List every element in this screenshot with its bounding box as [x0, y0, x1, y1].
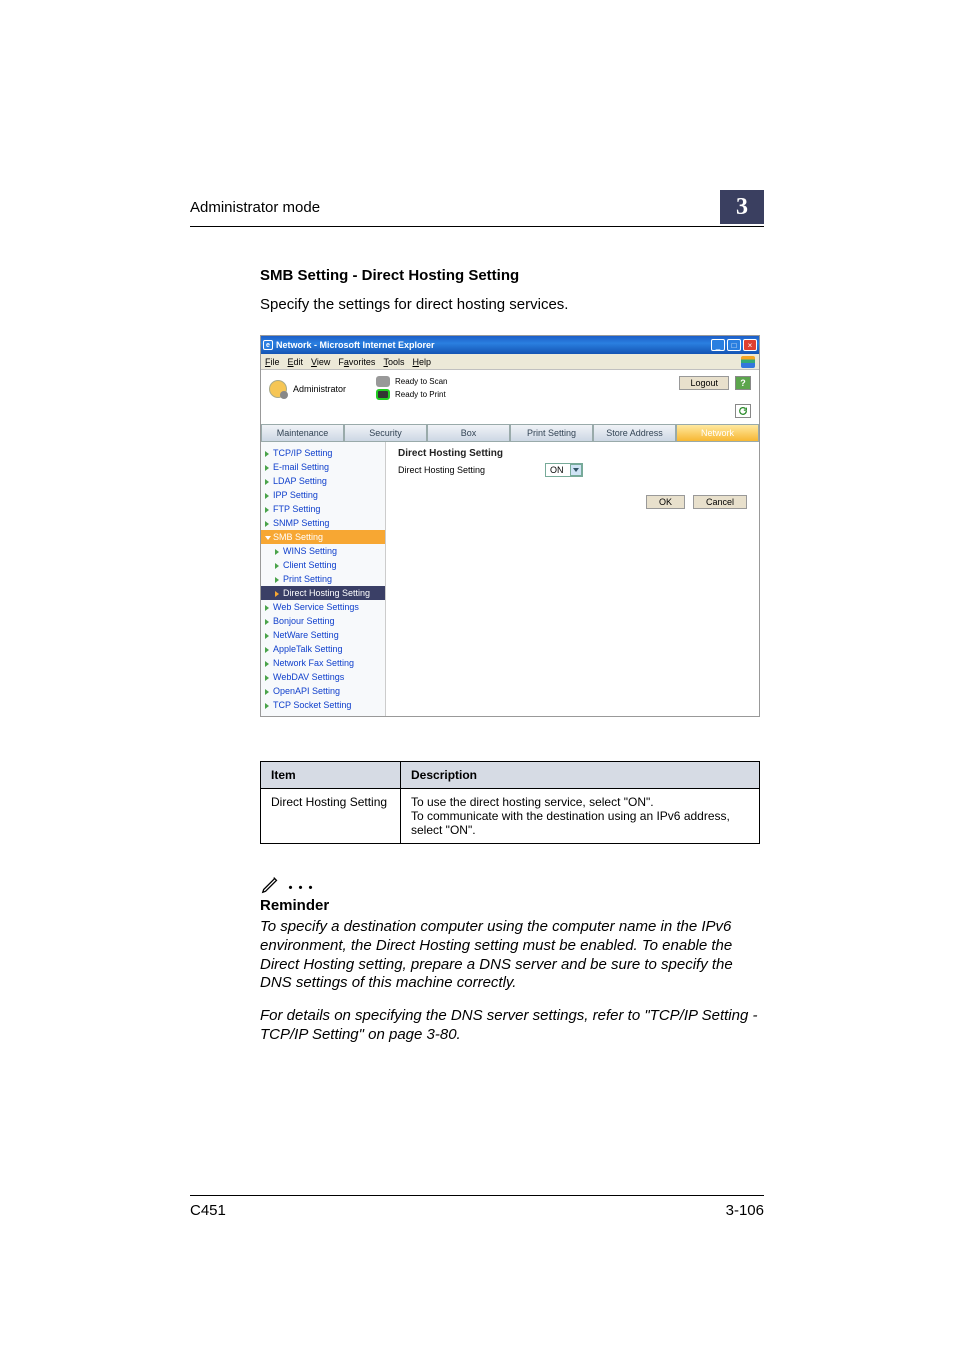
table-header-description: Description	[401, 762, 760, 789]
reminder-title: Reminder	[260, 897, 764, 914]
refresh-icon	[738, 406, 748, 416]
chevron-down-icon	[570, 464, 582, 476]
ie-throbber-icon	[741, 356, 755, 368]
pencil-icon	[260, 873, 282, 895]
menu-edit[interactable]: Edit	[288, 357, 304, 367]
tab-store-address[interactable]: Store Address	[593, 424, 676, 442]
role-label: Administrator	[293, 384, 346, 394]
nav-webdav-settings[interactable]: WebDAV Settings	[261, 670, 385, 684]
nav-wins-setting[interactable]: WINS Setting	[261, 544, 385, 558]
tab-bar: Maintenance Security Box Print Setting S…	[261, 424, 759, 442]
chapter-number-badge: 3	[720, 190, 764, 224]
direct-hosting-select[interactable]: ON	[545, 463, 583, 477]
nav-snmp-setting[interactable]: SNMP Setting	[261, 516, 385, 530]
content-heading: Direct Hosting Setting	[398, 448, 747, 459]
reminder-note: . . . Reminder To specify a destination …	[260, 872, 764, 1045]
nav-netware-setting[interactable]: NetWare Setting	[261, 628, 385, 642]
ok-button[interactable]: OK	[646, 495, 685, 509]
status-print-label: Ready to Print	[395, 390, 446, 399]
app-header: Administrator Ready to Scan Ready to Pri…	[261, 370, 759, 424]
nav-print-setting[interactable]: Print Setting	[261, 572, 385, 586]
nav-network-fax-setting[interactable]: Network Fax Setting	[261, 656, 385, 670]
select-value: ON	[550, 465, 564, 475]
menu-file[interactable]: File	[265, 357, 280, 367]
status-scan-label: Ready to Scan	[395, 377, 447, 386]
section-intro: Specify the settings for direct hosting …	[260, 296, 764, 313]
browser-menubar: File Edit View Favorites Tools Help	[261, 354, 759, 370]
nav-email-setting[interactable]: E-mail Setting	[261, 460, 385, 474]
nav-client-setting[interactable]: Client Setting	[261, 558, 385, 572]
printer-status-icon	[376, 389, 390, 400]
nav-tcpip-setting[interactable]: TCP/IP Setting	[261, 446, 385, 460]
reminder-paragraph-2: For details on specifying the DNS server…	[260, 1007, 764, 1045]
nav-bonjour-setting[interactable]: Bonjour Setting	[261, 614, 385, 628]
menu-help[interactable]: Help	[412, 357, 431, 367]
note-dots: . . .	[288, 872, 313, 895]
running-head-left: Administrator mode	[190, 199, 320, 216]
nav-appletalk-setting[interactable]: AppleTalk Setting	[261, 642, 385, 656]
nav-smb-setting[interactable]: SMB Setting	[261, 530, 385, 544]
running-head: Administrator mode 3	[190, 190, 764, 227]
footer-right: 3-106	[726, 1202, 764, 1219]
nav-tcp-socket-setting[interactable]: TCP Socket Setting	[261, 698, 385, 712]
reminder-paragraph-1: To specify a destination computer using …	[260, 918, 764, 993]
menu-favorites[interactable]: Favorites	[338, 357, 375, 367]
refresh-button[interactable]	[735, 404, 751, 418]
tab-maintenance[interactable]: Maintenance	[261, 424, 344, 442]
administrator-icon	[269, 380, 287, 398]
tab-network[interactable]: Network	[676, 424, 759, 442]
tab-print-setting[interactable]: Print Setting	[510, 424, 593, 442]
page-footer: C451 3-106	[190, 1195, 764, 1219]
tab-box[interactable]: Box	[427, 424, 510, 442]
cancel-button[interactable]: Cancel	[693, 495, 747, 509]
window-maximize-button[interactable]: □	[727, 339, 741, 351]
footer-left: C451	[190, 1202, 226, 1219]
table-row: Direct Hosting Setting To use the direct…	[261, 789, 760, 844]
nav-openapi-setting[interactable]: OpenAPI Setting	[261, 684, 385, 698]
logout-button[interactable]: Logout	[679, 376, 729, 390]
window-controls: _ □ ×	[711, 339, 757, 351]
scanner-status-icon	[376, 376, 390, 387]
table-header-item: Item	[261, 762, 401, 789]
browser-titlebar: e Network - Microsoft Internet Explorer …	[261, 336, 759, 354]
table-cell-description: To use the direct hosting service, selec…	[401, 789, 760, 844]
window-minimize-button[interactable]: _	[711, 339, 725, 351]
menu-tools[interactable]: Tools	[383, 357, 404, 367]
nav-ipp-setting[interactable]: IPP Setting	[261, 488, 385, 502]
browser-title-text: Network - Microsoft Internet Explorer	[276, 340, 435, 350]
spec-table: Item Description Direct Hosting Setting …	[260, 761, 760, 844]
settings-sidebar: TCP/IP Setting E-mail Setting LDAP Setti…	[261, 442, 386, 716]
menu-view[interactable]: View	[311, 357, 330, 367]
table-cell-item: Direct Hosting Setting	[261, 789, 401, 844]
content-pane: Direct Hosting Setting Direct Hosting Se…	[386, 442, 759, 716]
tab-security[interactable]: Security	[344, 424, 427, 442]
nav-ftp-setting[interactable]: FTP Setting	[261, 502, 385, 516]
nav-ldap-setting[interactable]: LDAP Setting	[261, 474, 385, 488]
embedded-screenshot: e Network - Microsoft Internet Explorer …	[260, 335, 760, 717]
browser-title: e Network - Microsoft Internet Explorer	[263, 340, 435, 350]
ie-icon: e	[263, 340, 273, 350]
nav-web-service-settings[interactable]: Web Service Settings	[261, 600, 385, 614]
nav-direct-hosting-setting[interactable]: Direct Hosting Setting	[261, 586, 385, 600]
section-heading: SMB Setting - Direct Hosting Setting	[260, 267, 764, 284]
field-label-direct-hosting: Direct Hosting Setting	[398, 465, 485, 475]
window-close-button[interactable]: ×	[743, 339, 757, 351]
help-button[interactable]: ?	[735, 376, 751, 390]
